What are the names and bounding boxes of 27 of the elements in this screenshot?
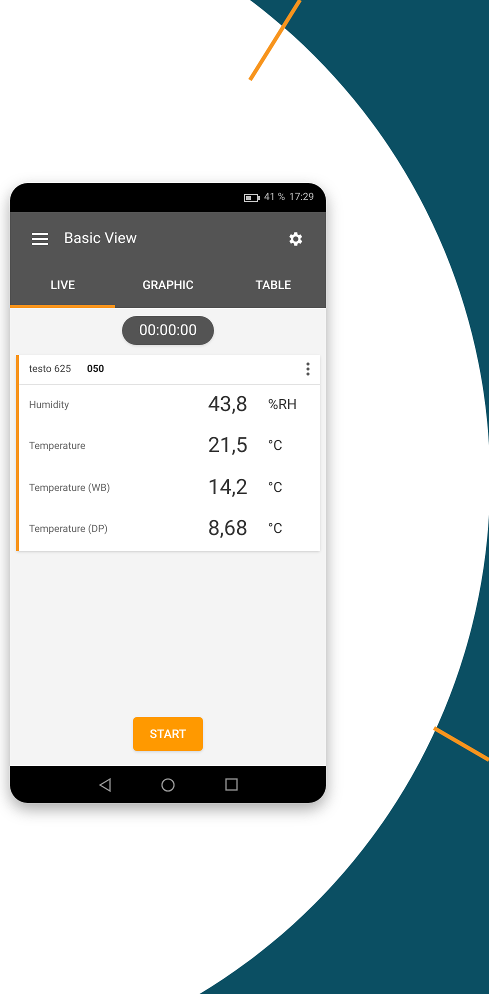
home-icon[interactable] (160, 778, 174, 792)
recent-apps-icon[interactable] (224, 778, 238, 791)
battery-percent: 41 % (264, 191, 286, 205)
status-time: 17:29 (289, 191, 314, 205)
reading-label: Temperature (29, 440, 86, 454)
reading-label: Temperature (WB) (29, 482, 112, 496)
reading-value: 43,8 (208, 392, 249, 418)
reading-value: 8,68 (208, 516, 249, 543)
reading-value: 21,5 (208, 433, 249, 460)
reading-value: 14,2 (208, 474, 249, 502)
menu-icon[interactable] (32, 232, 48, 244)
device-name: testo 625 (29, 362, 71, 376)
diagonal-line (432, 726, 489, 762)
reading-label: Temperature (DP) (29, 523, 109, 538)
reading-label: Humidity (29, 398, 70, 413)
app-title: Basic View (64, 228, 138, 250)
reading-unit: %RH (268, 396, 298, 415)
more-options-icon[interactable] (306, 362, 310, 376)
device-number: 050 (86, 362, 106, 376)
battery-icon (244, 194, 260, 202)
back-icon[interactable] (98, 778, 110, 792)
tab[interactable]: TABLE (220, 265, 326, 308)
tab[interactable]: GRAPHIC (115, 265, 221, 308)
reading-unit: °C (268, 478, 284, 498)
reading-unit: °C (268, 520, 284, 540)
reading-unit: °C (268, 437, 284, 456)
timer-display: 00:00:00 (122, 316, 214, 344)
